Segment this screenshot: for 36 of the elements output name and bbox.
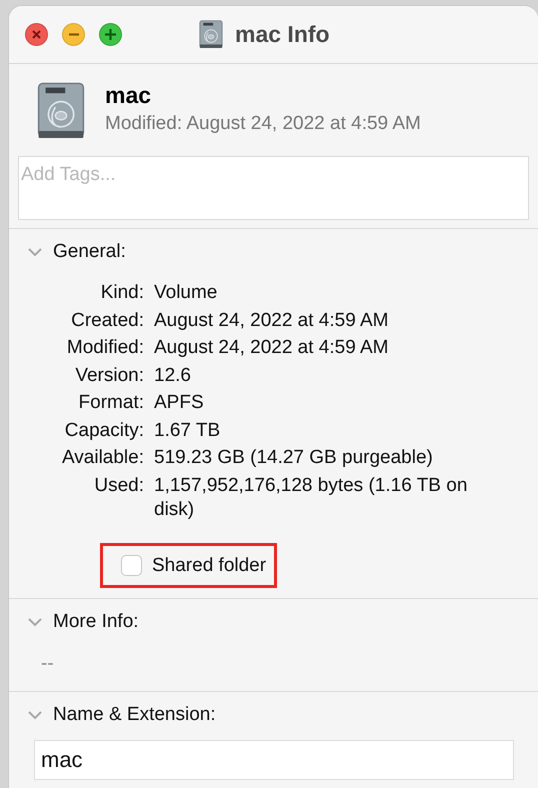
window-title: mac Info [235, 21, 330, 48]
info-label: Version: [74, 364, 144, 388]
chevron-icon [27, 616, 43, 626]
modified-text: Modified: August 24, 2022 at 4:59 AM [105, 113, 421, 135]
info-value: APFS [154, 391, 205, 415]
checkbox-label: Shared folder [152, 554, 266, 576]
info-label: Kind: [100, 281, 144, 305]
section-header[interactable]: General: [9, 241, 126, 263]
info-label: Format: [78, 391, 144, 415]
more-info-text: -- [41, 652, 55, 674]
drive-icon [197, 20, 225, 50]
info-value: August 24, 2022 at 4:59 AM [154, 336, 390, 360]
volume-name: mac [105, 82, 152, 109]
info-label: Modified: [66, 336, 144, 360]
name-field[interactable]: mac [34, 740, 514, 780]
shared-folder-checkbox[interactable] [121, 555, 142, 576]
info-label: Created: [70, 308, 144, 332]
info-value: 12.6 [154, 364, 192, 388]
info-value: 1,157,952,176,128 bytes (1.16 TB on disk) [154, 474, 468, 522]
info-value: August 24, 2022 at 4:59 AM [154, 308, 390, 332]
close-icon [31, 29, 42, 40]
chevron-icon [27, 710, 43, 720]
tags-field[interactable]: Add Tags... [18, 156, 529, 220]
plus-icon [104, 28, 117, 41]
chevron-icon [27, 247, 43, 257]
close-button[interactable] [25, 23, 48, 46]
info-value: Volume [154, 281, 218, 305]
info-label: Available: [60, 446, 144, 470]
info-value: 519.23 GB (14.27 GB purgeable) [154, 446, 434, 470]
info-label: Capacity: [64, 418, 144, 442]
section-header[interactable]: Name & Extension: [9, 704, 216, 726]
info-label: Used: [93, 474, 144, 498]
info-value: 1.67 TB [154, 418, 222, 442]
section-header[interactable]: More Info: [9, 610, 139, 632]
zoom-button[interactable] [99, 23, 122, 46]
minimize-button[interactable] [62, 23, 85, 46]
